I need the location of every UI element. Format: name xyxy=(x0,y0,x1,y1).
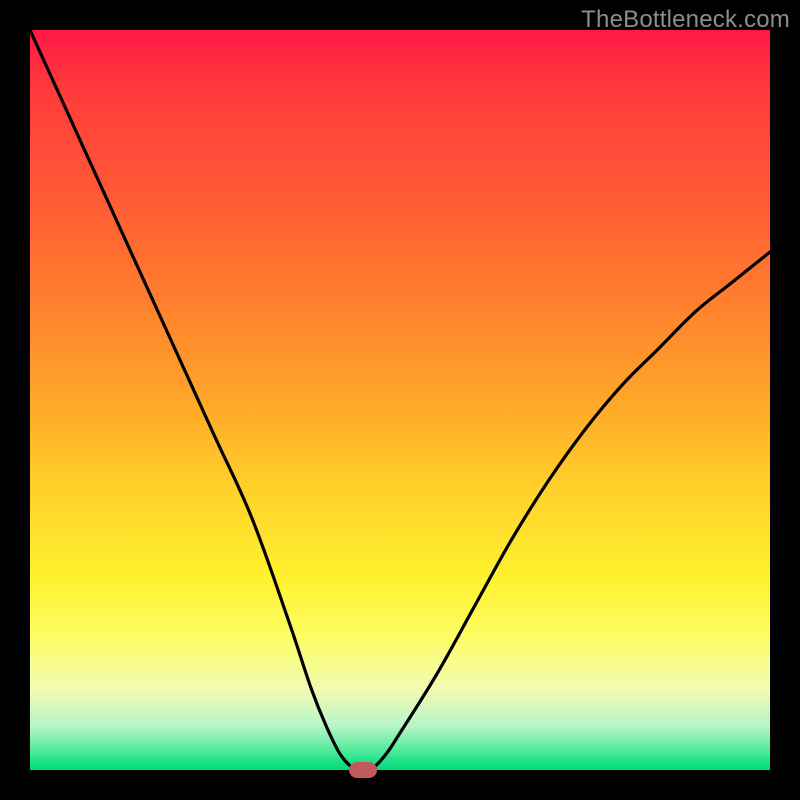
chart-container: TheBottleneck.com xyxy=(0,0,800,800)
optimal-marker xyxy=(349,762,377,778)
curve-svg xyxy=(30,30,770,770)
plot-area xyxy=(30,30,770,770)
bottleneck-curve-path xyxy=(30,30,770,770)
